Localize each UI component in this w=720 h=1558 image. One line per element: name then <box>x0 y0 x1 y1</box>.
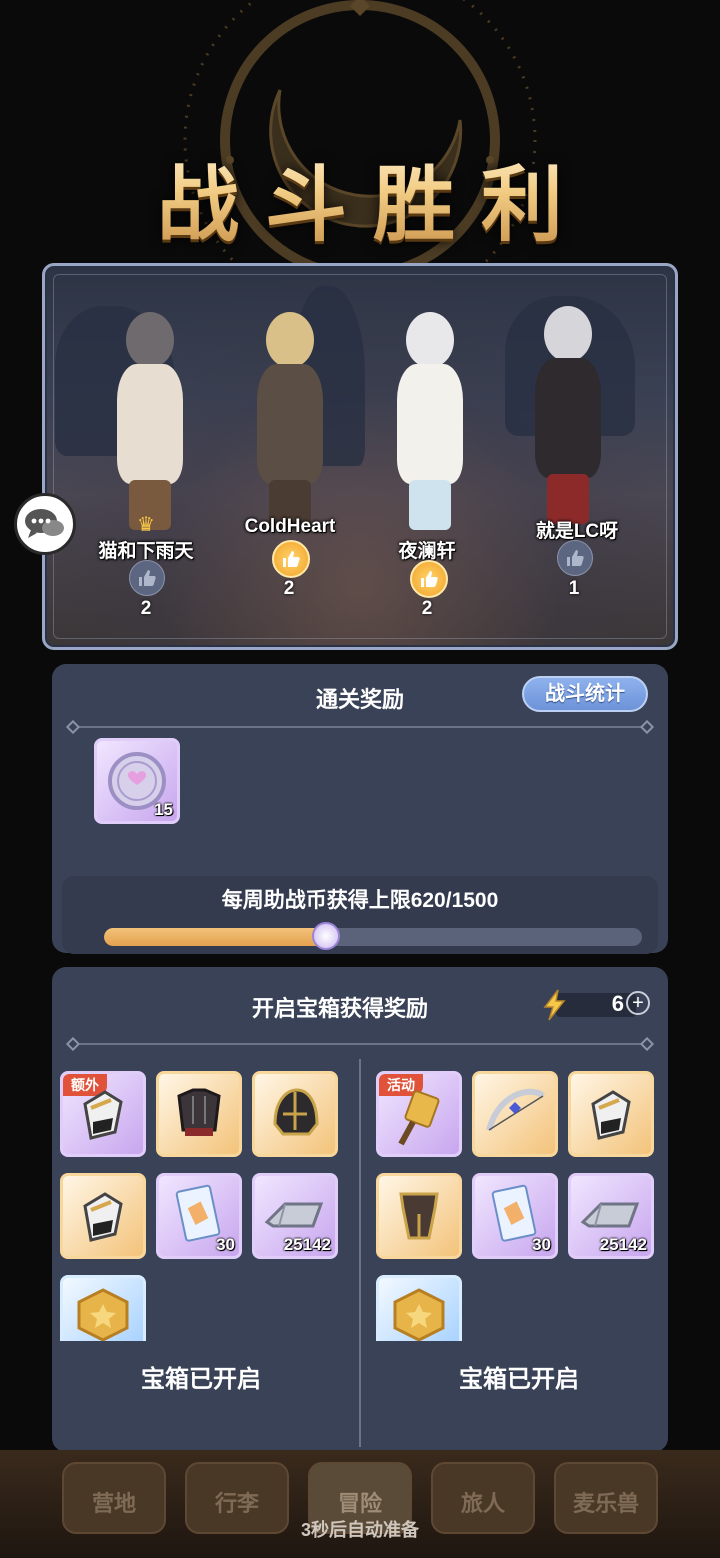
column-separator <box>359 1059 361 1447</box>
leg-armor-icon <box>399 1192 439 1240</box>
reward-item-leg-armor[interactable] <box>376 1173 462 1259</box>
chest-opened-label: 宝箱已开启 <box>141 1366 261 1393</box>
thumbs-up-icon <box>283 551 300 567</box>
hero-character[interactable] <box>95 312 205 532</box>
hero-character[interactable] <box>375 312 485 532</box>
gold-medal-icon <box>393 1288 445 1341</box>
auto-ready-countdown: 3秒后自动准备 <box>300 1520 419 1540</box>
tab-label: 冒险 <box>337 1491 382 1516</box>
like-button[interactable] <box>410 560 448 598</box>
player-name: 夜澜轩 <box>398 541 456 562</box>
like-count: 2 <box>421 598 433 619</box>
reward-item-gauntlet[interactable]: 额外 <box>60 1071 146 1157</box>
chest-opened-label: 宝箱已开启 <box>459 1366 579 1393</box>
item-quantity: 30 <box>216 1235 235 1254</box>
player-name: 就是LC呀 <box>535 521 619 542</box>
hero-character[interactable] <box>235 312 345 532</box>
item-quantity: 25142 <box>599 1235 647 1254</box>
weekly-progress-bar <box>104 928 642 946</box>
reward-item-gauntlet[interactable] <box>60 1173 146 1259</box>
victory-title: 战斗胜利 <box>0 138 720 257</box>
chat-bubble-icon <box>25 509 64 538</box>
tab-label: 旅人 <box>460 1491 505 1516</box>
like-count: 2 <box>283 578 295 599</box>
reward-item-ingot[interactable]: 25142 <box>568 1173 654 1259</box>
divider <box>72 726 648 728</box>
thumbs-up-icon <box>139 570 156 586</box>
weekly-limit-box: 每周助战币获得上限620/1500 <box>62 876 658 954</box>
chat-button[interactable] <box>14 493 76 555</box>
spatula-icon <box>398 1090 440 1146</box>
battle-stats-button[interactable]: 战斗统计 <box>522 676 648 712</box>
add-energy-button[interactable]: + <box>626 991 650 1015</box>
helmet-icon <box>273 1088 319 1136</box>
player-name: 猫和下雨天 <box>98 541 194 562</box>
reward-item-bow[interactable] <box>472 1071 558 1157</box>
party-scene: ♛ 猫和下雨天 2 ColdHeart 2 夜澜轩 2 就是LC呀 1 <box>42 263 678 650</box>
reward-item-armor[interactable] <box>156 1071 242 1157</box>
reward-item-ticket[interactable]: 30 <box>156 1173 242 1259</box>
gauntlet-icon <box>83 1192 123 1242</box>
reward-item-spatula[interactable]: 活动 <box>376 1071 462 1157</box>
crown-icon: ♛ <box>137 514 155 536</box>
reward-item-ingot[interactable]: 25142 <box>252 1173 338 1259</box>
item-quantity: 15 <box>154 800 173 819</box>
thumbs-up-icon <box>421 571 438 587</box>
like-count: 1 <box>568 578 580 599</box>
item-quantity: 30 <box>532 1235 551 1254</box>
reward-item-gauntlet[interactable] <box>568 1071 654 1157</box>
gauntlet-icon <box>83 1090 123 1140</box>
tab-label: 行李 <box>214 1491 259 1516</box>
reward-item-helmet[interactable] <box>252 1071 338 1157</box>
lightning-icon <box>543 989 566 1021</box>
tab-label: 麦乐兽 <box>572 1491 639 1516</box>
player-name: ColdHeart <box>244 516 336 537</box>
like-button[interactable] <box>272 540 310 578</box>
like-count: 2 <box>140 598 152 619</box>
chest-armor-icon <box>177 1088 221 1136</box>
like-button[interactable] <box>557 540 593 576</box>
clear-rewards-panel: 通关奖励 战斗统计 15 每周助战币获得上限620/1500 <box>52 664 668 954</box>
reward-item-ticket[interactable]: 30 <box>472 1173 558 1259</box>
weekly-progress-fill <box>104 928 327 946</box>
bow-icon <box>486 1088 546 1131</box>
gold-medal-icon <box>77 1288 129 1341</box>
like-button[interactable] <box>129 560 165 596</box>
reward-item-gold-medal[interactable] <box>60 1275 146 1341</box>
reward-item-gold-medal[interactable] <box>376 1275 462 1341</box>
energy-counter: 6 + <box>542 989 658 1021</box>
gauntlet-icon <box>591 1090 631 1140</box>
divider <box>72 1043 648 1045</box>
chest-rewards-panel: 开启宝箱获得奖励 6 + 额外 30 25142 宝箱已开启 活动 30 251… <box>52 967 668 1452</box>
energy-value: 6 <box>611 991 624 1016</box>
tab-label: 营地 <box>91 1491 136 1516</box>
hero-character[interactable] <box>513 306 623 526</box>
thumbs-up-icon <box>567 550 584 566</box>
reward-item-support-coin[interactable]: 15 <box>94 738 180 824</box>
item-quantity: 25142 <box>283 1235 331 1254</box>
weekly-limit-label: 每周助战币获得上限620/1500 <box>221 889 499 912</box>
panel-title: 开启宝箱获得奖励 <box>252 996 429 1021</box>
